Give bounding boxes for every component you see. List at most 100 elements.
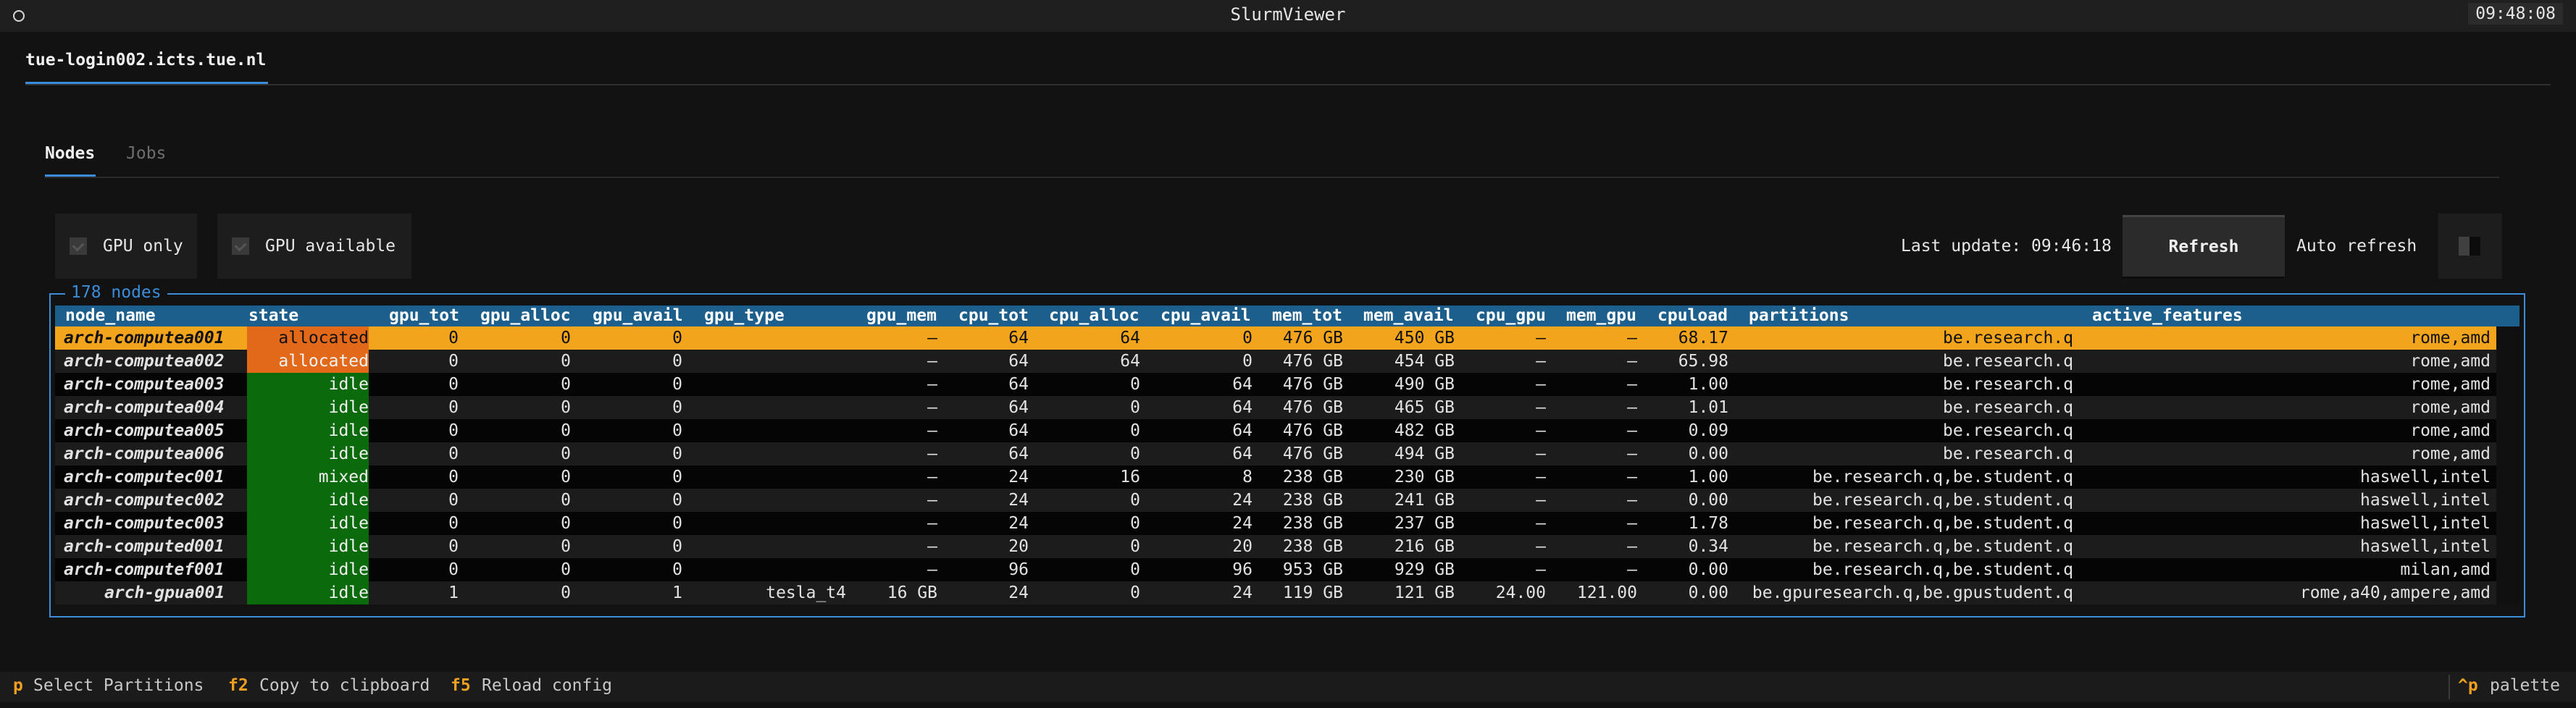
table-row[interactable] bbox=[55, 419, 2496, 442]
cell-gpu-avail: 0 bbox=[672, 375, 682, 394]
cell-gpu-tot: 0 bbox=[448, 444, 459, 463]
table-row[interactable] bbox=[55, 442, 2496, 465]
table-row[interactable] bbox=[55, 350, 2496, 373]
cell-cpu-gpu: – bbox=[1536, 329, 1546, 347]
cell-gpu-avail: 0 bbox=[672, 491, 682, 510]
cell-cpu-avail: 64 bbox=[1232, 421, 1253, 440]
tab-jobs[interactable]: Jobs bbox=[126, 144, 166, 163]
gpu-available-checkbox[interactable]: GPU available bbox=[217, 214, 411, 279]
cell-state: allocated bbox=[278, 352, 369, 371]
binding-key[interactable]: f2 bbox=[228, 676, 248, 695]
cell-partitions: be.research.q bbox=[1942, 421, 2073, 440]
table-row[interactable] bbox=[55, 581, 2496, 604]
column-header-cpu-alloc[interactable]: cpu_alloc bbox=[1049, 305, 1139, 326]
cell-mem-avail: 454 GB bbox=[1394, 352, 1455, 371]
gpu-only-checkbox[interactable]: GPU only bbox=[55, 214, 197, 279]
cell-cpu-avail: 24 bbox=[1232, 514, 1253, 533]
tab-nodes[interactable]: Nodes bbox=[45, 144, 95, 163]
cell-gpu-mem: – bbox=[927, 491, 937, 510]
column-header-active-features[interactable]: active_features bbox=[2092, 305, 2243, 326]
column-header-mem-gpu[interactable]: mem_gpu bbox=[1566, 305, 1636, 326]
palette-label[interactable]: palette bbox=[2490, 676, 2560, 695]
column-header-gpu-type[interactable]: gpu_type bbox=[704, 305, 785, 326]
cell-gpu-alloc: 0 bbox=[561, 444, 571, 463]
column-header-cpu-tot[interactable]: cpu_tot bbox=[958, 305, 1029, 326]
last-update: Last update: 09:46:18 bbox=[1901, 237, 2112, 256]
column-header-cpuload[interactable]: cpuload bbox=[1657, 305, 1728, 326]
cell-cpu-avail: 24 bbox=[1232, 583, 1253, 602]
binding-key[interactable]: f5 bbox=[451, 676, 471, 695]
table-row[interactable] bbox=[55, 489, 2496, 512]
column-header-cpu-gpu[interactable]: cpu_gpu bbox=[1476, 305, 1546, 326]
table-scrollbar[interactable] bbox=[2496, 326, 2519, 605]
binding-label[interactable]: Select Partitions bbox=[33, 676, 204, 695]
column-header-mem-tot[interactable]: mem_tot bbox=[1272, 305, 1342, 326]
footer-bar: p Select Partitions f2 Copy to clipboard… bbox=[0, 672, 2576, 702]
cell-gpu-tot: 0 bbox=[448, 537, 459, 556]
cell-cpuload: 0.00 bbox=[1688, 560, 1728, 579]
cell-gpu-tot: 0 bbox=[448, 560, 459, 579]
column-header-node-name[interactable]: node_name bbox=[65, 305, 156, 326]
cell-state: idle bbox=[328, 514, 369, 533]
cell-state: idle bbox=[328, 537, 369, 556]
cell-node-name: arch-computec003 bbox=[64, 514, 225, 533]
cell-gpu-mem: 16 GB bbox=[887, 583, 937, 602]
cell-state: idle bbox=[328, 583, 369, 602]
cell-cpu-gpu: – bbox=[1536, 444, 1546, 463]
column-header-gpu-avail[interactable]: gpu_avail bbox=[593, 305, 683, 326]
cell-cpu-gpu: – bbox=[1536, 514, 1546, 533]
cell-cpu-tot: 24 bbox=[1008, 583, 1029, 602]
cell-gpu-mem: – bbox=[927, 468, 937, 486]
column-header-cpu-avail[interactable]: cpu_avail bbox=[1161, 305, 1251, 326]
table-row[interactable] bbox=[55, 396, 2496, 419]
table-row[interactable] bbox=[55, 558, 2496, 581]
cell-state: mixed bbox=[318, 468, 369, 486]
table-row-selected[interactable] bbox=[55, 326, 2496, 350]
cell-cpu-alloc: 0 bbox=[1130, 583, 1140, 602]
cell-gpu-alloc: 0 bbox=[561, 398, 571, 417]
table-row[interactable] bbox=[55, 535, 2496, 558]
column-header-mem-avail[interactable]: mem_avail bbox=[1363, 305, 1454, 326]
refresh-button[interactable]: Refresh bbox=[2123, 215, 2285, 279]
cell-node-name: arch-computea004 bbox=[64, 398, 225, 417]
cell-cpu-alloc: 0 bbox=[1130, 491, 1140, 510]
table-row[interactable] bbox=[55, 512, 2496, 535]
cell-cpu-alloc: 64 bbox=[1120, 352, 1140, 371]
binding-label[interactable]: Copy to clipboard bbox=[259, 676, 430, 695]
cell-cpuload: 0.00 bbox=[1688, 444, 1728, 463]
auto-refresh-switch[interactable] bbox=[2438, 214, 2502, 279]
cell-cpu-avail: 0 bbox=[1242, 329, 1253, 347]
column-header-gpu-alloc[interactable]: gpu_alloc bbox=[480, 305, 571, 326]
gpu-only-label: GPU only bbox=[103, 237, 183, 256]
cell-mem-avail: 465 GB bbox=[1394, 398, 1455, 417]
column-header-partitions[interactable]: partitions bbox=[1749, 305, 1849, 326]
cell-cpu-alloc: 64 bbox=[1120, 329, 1140, 347]
cell-gpu-alloc: 0 bbox=[561, 421, 571, 440]
cell-partitions: be.research.q,be.student.q bbox=[1812, 514, 2073, 533]
binding-key[interactable]: p bbox=[13, 676, 23, 695]
cell-mem-tot: 476 GB bbox=[1282, 444, 1343, 463]
table-row[interactable] bbox=[55, 465, 2496, 489]
cell-cpu-avail: 20 bbox=[1232, 537, 1253, 556]
palette-key[interactable]: ^p bbox=[2458, 676, 2478, 695]
cell-mem-gpu: – bbox=[1627, 421, 1637, 440]
binding-label[interactable]: Reload config bbox=[482, 676, 612, 695]
cell-mem-tot: 476 GB bbox=[1282, 421, 1343, 440]
column-header-state[interactable]: state bbox=[248, 305, 298, 326]
column-header-gpu-mem[interactable]: gpu_mem bbox=[866, 305, 937, 326]
cell-mem-gpu: – bbox=[1627, 444, 1637, 463]
cell-active-features: rome,a40,ampere,amd bbox=[2299, 583, 2491, 602]
cell-mem-avail: 237 GB bbox=[1394, 514, 1455, 533]
node-count: 178 nodes bbox=[65, 283, 167, 302]
cell-mem-tot: 238 GB bbox=[1282, 468, 1343, 486]
cell-state: idle bbox=[328, 398, 369, 417]
column-header-gpu-tot[interactable]: gpu_tot bbox=[389, 305, 459, 326]
tab-host[interactable]: tue-login002.icts.tue.nl bbox=[25, 51, 266, 69]
cell-mem-avail: 482 GB bbox=[1394, 421, 1455, 440]
cell-node-name: arch-computea003 bbox=[64, 375, 225, 394]
cell-gpu-tot: 0 bbox=[448, 352, 459, 371]
cell-cpu-gpu: – bbox=[1536, 398, 1546, 417]
table-row[interactable] bbox=[55, 373, 2496, 396]
cell-active-features: rome,amd bbox=[2410, 329, 2491, 347]
cell-active-features: rome,amd bbox=[2410, 375, 2491, 394]
